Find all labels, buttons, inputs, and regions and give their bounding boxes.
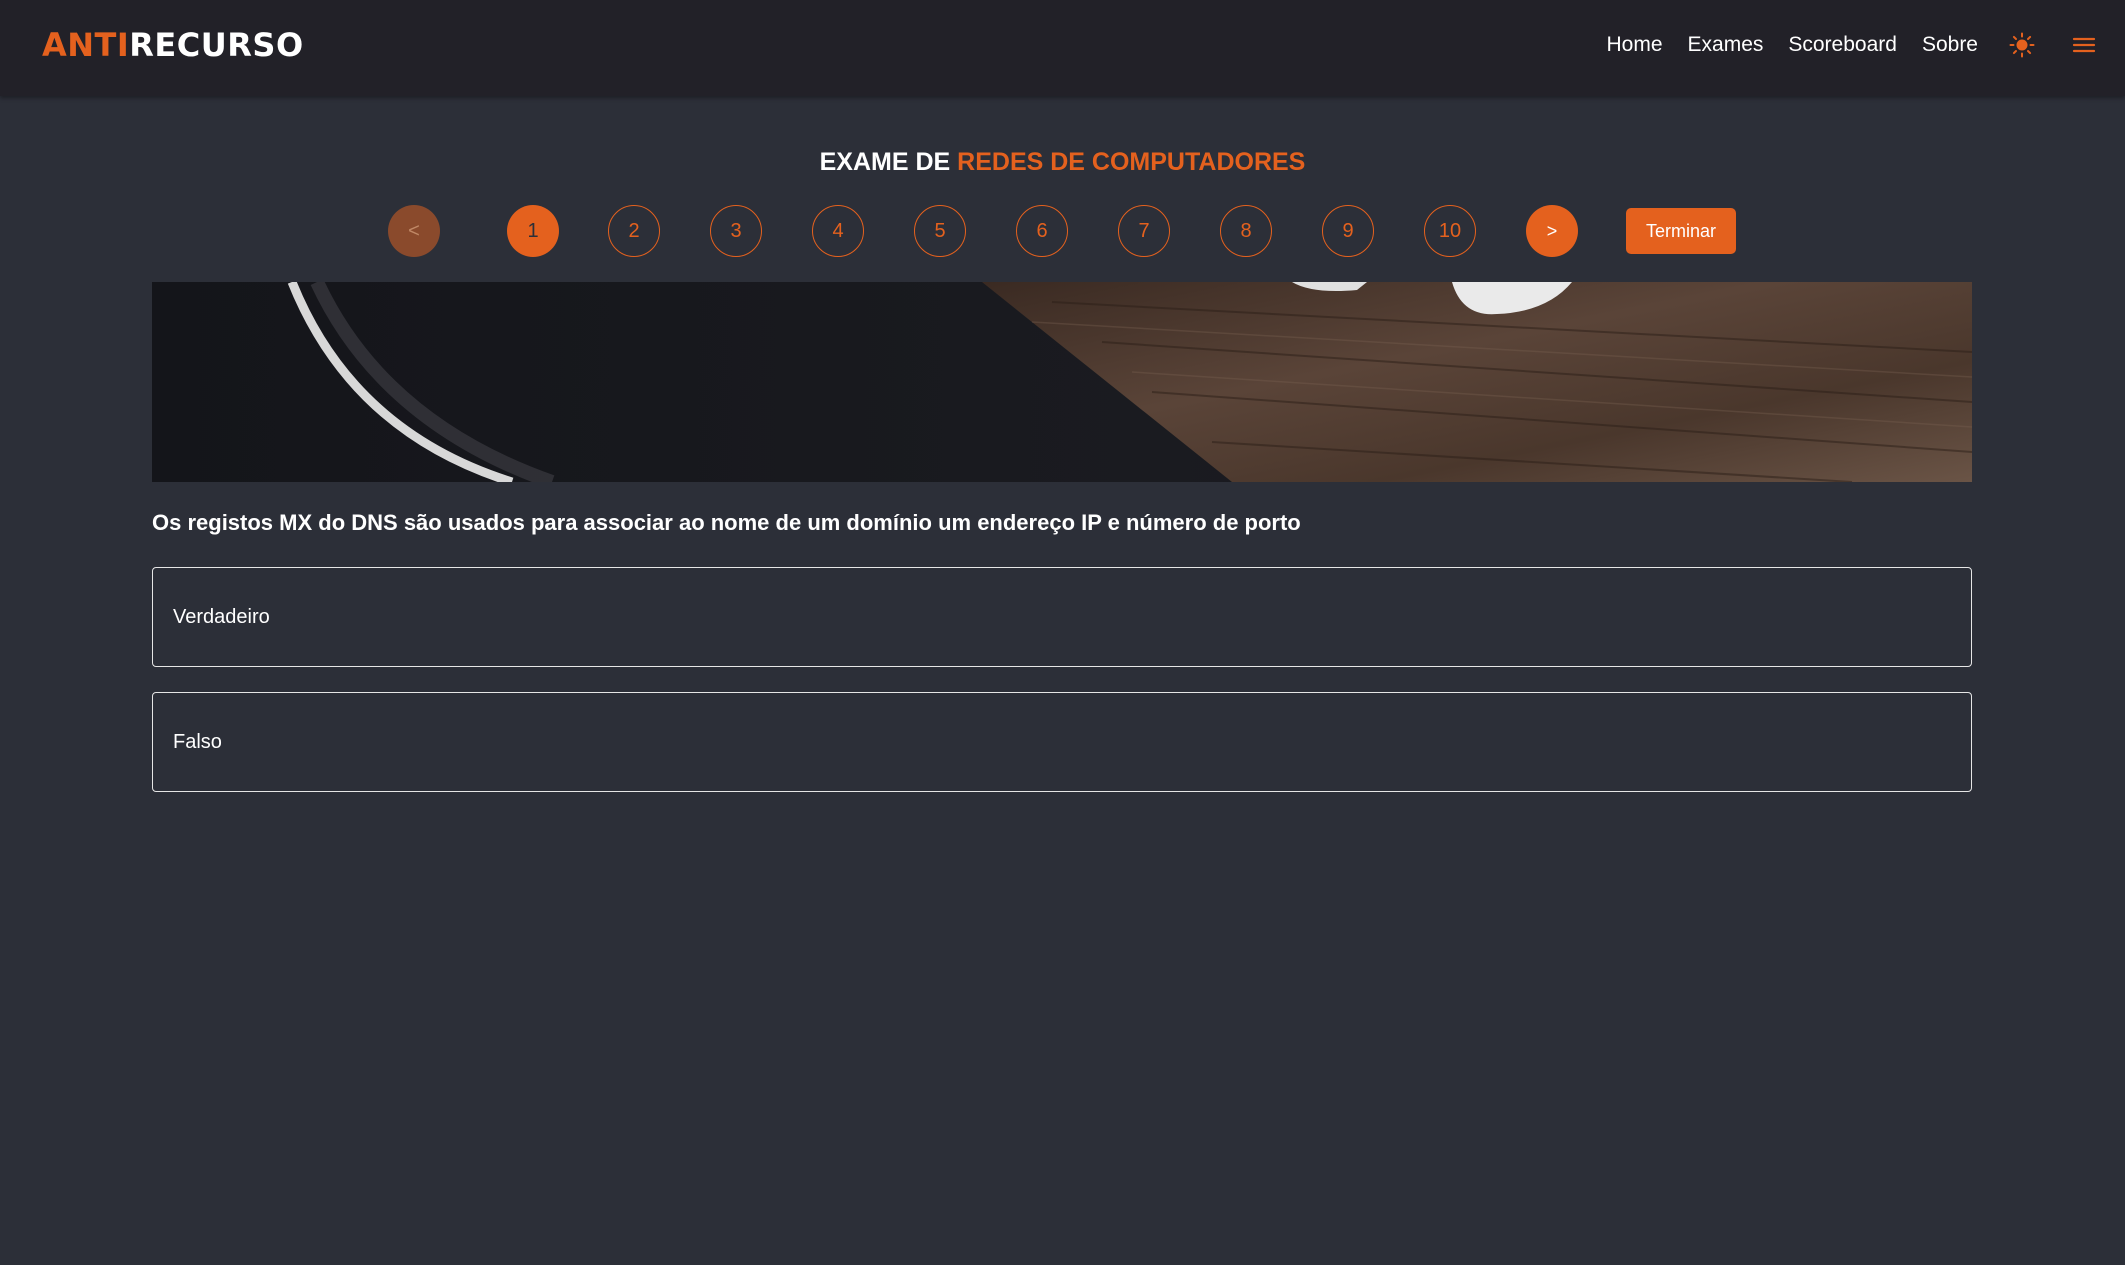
nav-link-scoreboard[interactable]: Scoreboard <box>1788 33 1897 57</box>
finish-exam-button[interactable]: Terminar <box>1626 208 1736 254</box>
page-button-10[interactable]: 10 <box>1424 205 1476 257</box>
page-button-9[interactable]: 9 <box>1322 205 1374 257</box>
page-button-8[interactable]: 8 <box>1220 205 1272 257</box>
brand-logo-part2: RECURSO <box>129 26 304 64</box>
nav-link-home[interactable]: Home <box>1606 33 1662 57</box>
page-button-2[interactable]: 2 <box>608 205 660 257</box>
page-button-5[interactable]: 5 <box>914 205 966 257</box>
answer-option-label: Falso <box>173 730 222 753</box>
question-pager: < 1 2 3 4 5 6 7 8 9 10 > Terminar <box>0 205 2125 257</box>
top-navbar: ANTIRECURSO Home Exames Scoreboard Sobre <box>0 0 2125 96</box>
answer-option-false[interactable]: Falso <box>152 692 1972 792</box>
title-subject: REDES DE COMPUTADORES <box>957 148 1306 176</box>
nav-link-exames[interactable]: Exames <box>1688 33 1764 57</box>
nav-link-sobre[interactable]: Sobre <box>1922 33 1978 57</box>
nav-links: Home Exames Scoreboard Sobre <box>1606 0 2101 90</box>
brand-logo-part1: ANTI <box>42 26 130 64</box>
page-button-7[interactable]: 7 <box>1118 205 1170 257</box>
question-text: Os registos MX do DNS são usados para as… <box>152 510 1301 535</box>
brand-logo[interactable]: ANTIRECURSO <box>42 26 304 64</box>
page-button-6[interactable]: 6 <box>1016 205 1068 257</box>
page-title: EXAME DE REDES DE COMPUTADORES <box>0 146 2125 178</box>
page-button-1[interactable]: 1 <box>507 205 559 257</box>
next-question-button[interactable]: > <box>1526 205 1578 257</box>
hamburger-menu-icon[interactable] <box>2067 28 2101 62</box>
page-button-4[interactable]: 4 <box>812 205 864 257</box>
sun-icon[interactable] <box>2005 28 2039 62</box>
question-banner-image <box>152 282 1972 482</box>
previous-question-button[interactable]: < <box>388 205 440 257</box>
answer-option-true[interactable]: Verdadeiro <box>152 567 1972 667</box>
title-prefix: EXAME DE <box>819 148 951 176</box>
page-button-3[interactable]: 3 <box>710 205 762 257</box>
answer-option-label: Verdadeiro <box>173 605 270 628</box>
